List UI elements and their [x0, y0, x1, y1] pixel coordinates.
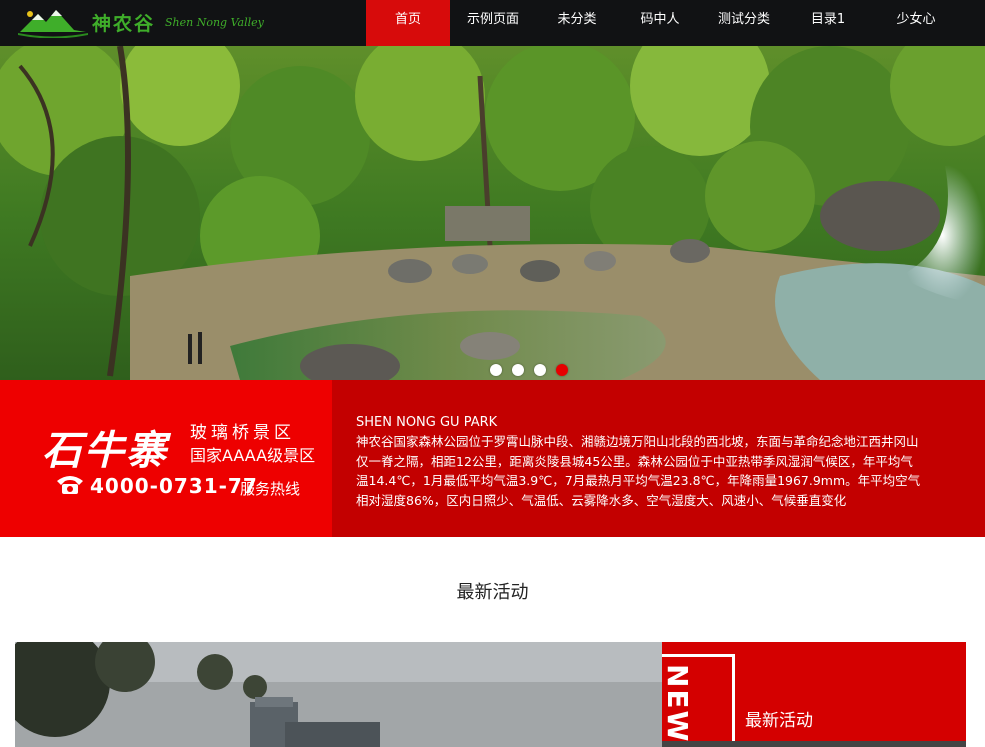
brand-line-aaaa: 国家AAAA级景区: [190, 446, 316, 465]
latest-news-panel[interactable]: NEW 最新活动: [662, 642, 966, 747]
main-nav: 首页 示例页面 未分类 码中人 测试分类 目录1 少女心: [366, 0, 962, 46]
phone-icon: [57, 476, 83, 494]
park-info-band: 石牛寨 玻璃桥景区 国家AAAA级景区 4000-0731-77 服务热线 SH…: [0, 380, 985, 537]
nav-item-code-person[interactable]: 码中人: [618, 0, 702, 46]
hero-banner[interactable]: [0, 46, 985, 380]
nav-item-uncategorized[interactable]: 未分类: [536, 0, 618, 46]
nav-item-sample-page[interactable]: 示例页面: [450, 0, 536, 46]
hotline-label: 服务热线: [240, 480, 301, 498]
park-description-text: 神农谷国家森林公园位于罗霄山脉中段、湘赣边境万阳山北段的西北坡，东面与革命纪念地…: [356, 434, 921, 508]
activity-photo[interactable]: [15, 642, 662, 747]
city-skyline-image: [15, 642, 662, 747]
section-title-latest: 最新活动: [456, 582, 529, 603]
logo-chinese-name: 神农谷: [92, 12, 156, 35]
park-description: SHEN NONG GU PARK 神农谷国家森林公园位于罗霄山脉中段、湘赣边境…: [356, 414, 921, 510]
logo-english-name: Shen Nong Valley: [165, 15, 264, 29]
news-vertical-label: NEW: [662, 664, 694, 744]
news-title: 最新活动: [745, 711, 813, 731]
news-bottom-strip: [662, 741, 966, 747]
brand-line-glass-bridge: 玻璃桥景区: [190, 423, 295, 443]
banner-dot-3[interactable]: [534, 364, 546, 376]
mountain-logo-icon: [18, 10, 88, 38]
nav-item-home[interactable]: 首页: [366, 0, 450, 46]
nav-item-directory[interactable]: 目录1: [786, 0, 870, 46]
brand-script-name: 石牛寨: [42, 427, 168, 474]
site-logo[interactable]: 神农谷 Shen Nong Valley: [18, 4, 264, 40]
hotline-number[interactable]: 4000-0731-77: [90, 474, 258, 498]
banner-dot-1[interactable]: [490, 364, 502, 376]
park-title: SHEN NONG GU PARK: [356, 415, 498, 430]
banner-landscape-image: [0, 46, 985, 380]
banner-dot-2[interactable]: [512, 364, 524, 376]
nav-item-test-category[interactable]: 测试分类: [702, 0, 786, 46]
banner-dot-4-active[interactable]: [556, 364, 568, 376]
site-header: 神农谷 Shen Nong Valley 首页 示例页面 未分类 码中人 测试分…: [0, 0, 985, 46]
nav-item-girl-heart[interactable]: 少女心: [870, 0, 962, 46]
banner-pagination: [490, 364, 568, 376]
brand-panel: 石牛寨 玻璃桥景区 国家AAAA级景区 4000-0731-77 服务热线: [0, 380, 332, 537]
